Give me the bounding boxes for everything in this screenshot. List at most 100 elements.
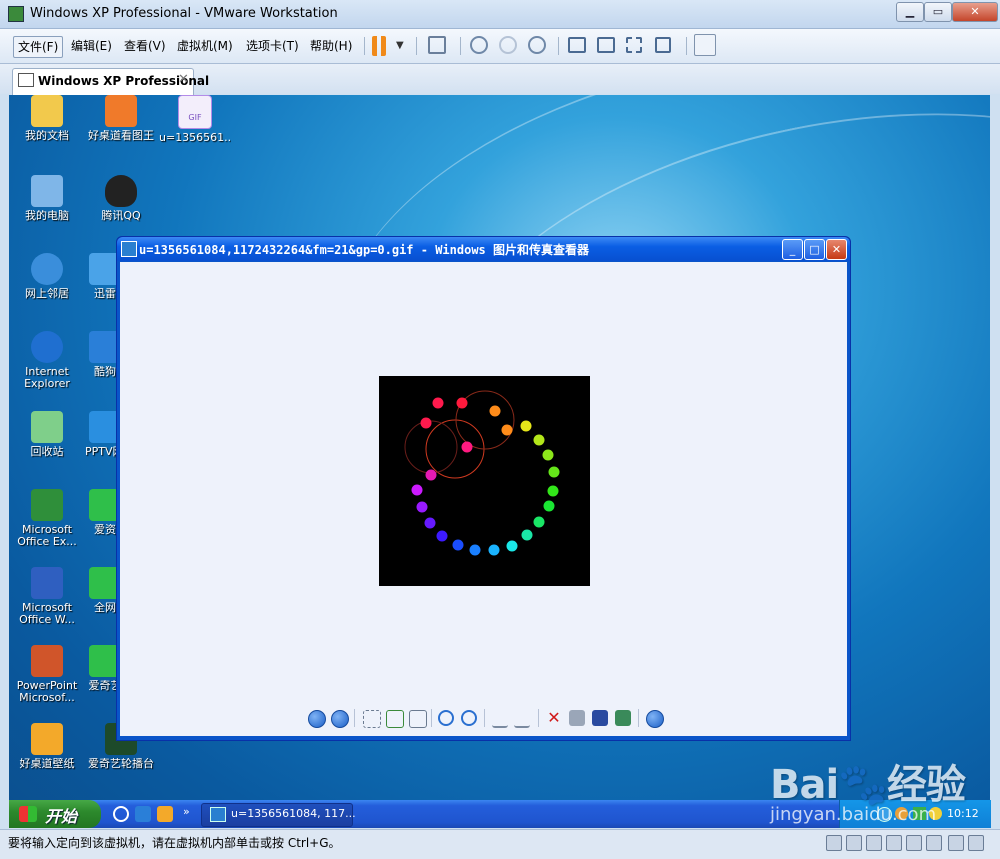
network-icon	[31, 253, 63, 285]
print-icon[interactable]	[569, 710, 585, 726]
library-view-icon[interactable]	[568, 37, 586, 53]
vmware-app-icon	[8, 6, 24, 22]
gif-image	[379, 376, 590, 586]
save-icon[interactable]	[592, 710, 608, 726]
viewer-close-button[interactable]: ✕	[826, 239, 847, 260]
loading-dot	[469, 544, 481, 556]
pause-icon[interactable]	[372, 36, 386, 56]
thumbnail-bar-icon[interactable]	[694, 34, 716, 56]
desktop-icon-excel[interactable]: Microsoft Office Ex...	[11, 489, 83, 548]
picture-viewer-window: u=1356561084,1172432264&fm=21&gp=0.gif -…	[116, 236, 851, 741]
loading-dot	[456, 397, 468, 409]
qq-icon	[105, 175, 137, 207]
viewer-client-area: ✕	[120, 262, 847, 736]
snapshot-icon[interactable]	[470, 36, 488, 54]
toolbar-separator	[431, 709, 432, 727]
full-screen-icon[interactable]	[626, 37, 642, 53]
toolbar-separator	[416, 37, 417, 55]
loading-dot	[533, 434, 545, 446]
host-minimize-button[interactable]: ▁	[896, 2, 924, 22]
desktop-icon-my-computer[interactable]: 我的电脑	[11, 175, 83, 222]
desktop-icon-gif-file[interactable]: GIF u=1356561...	[159, 95, 231, 144]
loading-dot	[533, 516, 545, 528]
usb-icon[interactable]	[886, 835, 902, 851]
tab-close-icon[interactable]: ✕	[178, 72, 189, 87]
slideshow-icon[interactable]	[409, 710, 427, 728]
open-for-editing-icon[interactable]	[615, 710, 631, 726]
loading-dot	[548, 466, 560, 478]
best-fit-icon[interactable]	[363, 710, 381, 728]
network-adapter-icon[interactable]	[866, 835, 882, 851]
powerpoint-icon	[31, 645, 63, 677]
quicklaunch-kugou-icon[interactable]	[135, 806, 151, 822]
menu-view[interactable]: 查看(V)	[120, 36, 170, 56]
zoom-out-icon[interactable]	[461, 710, 477, 726]
rotate-counterclockwise-icon[interactable]	[514, 710, 530, 728]
loading-dot	[543, 500, 555, 512]
actual-size-icon[interactable]	[386, 710, 404, 728]
host-close-button[interactable]: ✕	[952, 2, 998, 22]
unity-icon[interactable]	[655, 37, 671, 53]
toolbar-separator	[364, 37, 365, 55]
send-ctrl-alt-del-icon[interactable]	[428, 36, 446, 54]
status-message: 要将输入定向到该虚拟机，请在虚拟机内部单击或按 Ctrl+G。	[8, 836, 341, 850]
desktop-icon-wallpaper[interactable]: 好桌道壁纸	[11, 723, 83, 770]
desktop-icon-qq[interactable]: 腾讯QQ	[85, 175, 157, 222]
menu-help[interactable]: 帮助(H)	[306, 36, 356, 56]
loading-dot	[520, 420, 532, 432]
picture-viewer-task-icon	[210, 807, 226, 822]
rotate-clockwise-icon[interactable]	[492, 710, 508, 728]
viewer-minimize-button[interactable]: _	[782, 239, 803, 260]
sound-icon[interactable]	[906, 835, 922, 851]
previous-image-icon[interactable]	[308, 710, 326, 728]
host-maximize-button[interactable]: ▭	[924, 2, 952, 22]
snapshot-manager-icon[interactable]	[528, 36, 546, 54]
viewer-window-title: u=1356561084,1172432264&fm=21&gp=0.gif -…	[139, 243, 590, 257]
menu-edit[interactable]: 编辑(E)	[67, 36, 116, 56]
loading-dot	[432, 397, 444, 409]
quicklaunch-more-icon[interactable]: »	[183, 805, 190, 818]
hard-disk-icon[interactable]	[826, 835, 842, 851]
desktop-icon-internet-explorer[interactable]: Internet Explorer	[11, 331, 83, 390]
desktop-icon-image-viewer[interactable]: 好桌道看图王	[85, 95, 157, 142]
delete-icon[interactable]: ✕	[546, 710, 562, 726]
quicklaunch-wallpaper-icon[interactable]	[157, 806, 173, 822]
next-image-icon[interactable]	[331, 710, 349, 728]
quicklaunch-ie-icon[interactable]	[113, 806, 129, 822]
desktop-icon-powerpoint[interactable]: PowerPoint Microsof...	[11, 645, 83, 704]
vm-icon	[18, 73, 34, 87]
toolbar-separator	[354, 709, 355, 727]
toolbar-separator	[558, 37, 559, 55]
viewer-maximize-button[interactable]: □	[804, 239, 825, 260]
toolbar-separator	[484, 709, 485, 727]
menu-vm[interactable]: 虚拟机(M)	[173, 36, 237, 56]
picture-viewer-icon	[121, 241, 137, 257]
desktop-icon-word[interactable]: Microsoft Office W...	[11, 567, 83, 626]
help-icon[interactable]	[646, 710, 664, 728]
desktop-icon-my-documents[interactable]: 我的文档	[11, 95, 83, 142]
zoom-in-icon[interactable]	[438, 710, 454, 726]
my-computer-icon	[31, 175, 63, 207]
loading-dot	[547, 485, 559, 497]
desktop-icon-recycle-bin[interactable]: 回收站	[11, 411, 83, 458]
device-icon[interactable]	[968, 835, 984, 851]
taskbar-item-label: u=1356561084, 117...	[231, 807, 356, 820]
cd-drive-icon[interactable]	[846, 835, 862, 851]
desktop-icon-network[interactable]: 网上邻居	[11, 253, 83, 300]
my-documents-icon	[31, 95, 63, 127]
toolbar-separator	[538, 709, 539, 727]
loading-dot	[488, 544, 500, 556]
loading-dot	[411, 484, 423, 496]
toolbar-separator	[686, 37, 687, 55]
console-view-icon[interactable]	[597, 37, 615, 53]
ie-icon	[31, 331, 63, 363]
revert-snapshot-icon[interactable]	[499, 36, 517, 54]
menu-tabs[interactable]: 选项卡(T)	[242, 36, 303, 56]
vm-status-icon[interactable]	[948, 835, 964, 851]
message-icon[interactable]	[926, 835, 942, 851]
baidu-jingyan-watermark: Bai🐾经验 jingyan.baidu.com	[770, 752, 990, 832]
chevron-down-icon[interactable]: ▼	[396, 40, 404, 51]
loading-dot	[501, 424, 513, 436]
toolbar-separator	[638, 709, 639, 727]
menu-file[interactable]: 文件(F)	[13, 36, 64, 58]
